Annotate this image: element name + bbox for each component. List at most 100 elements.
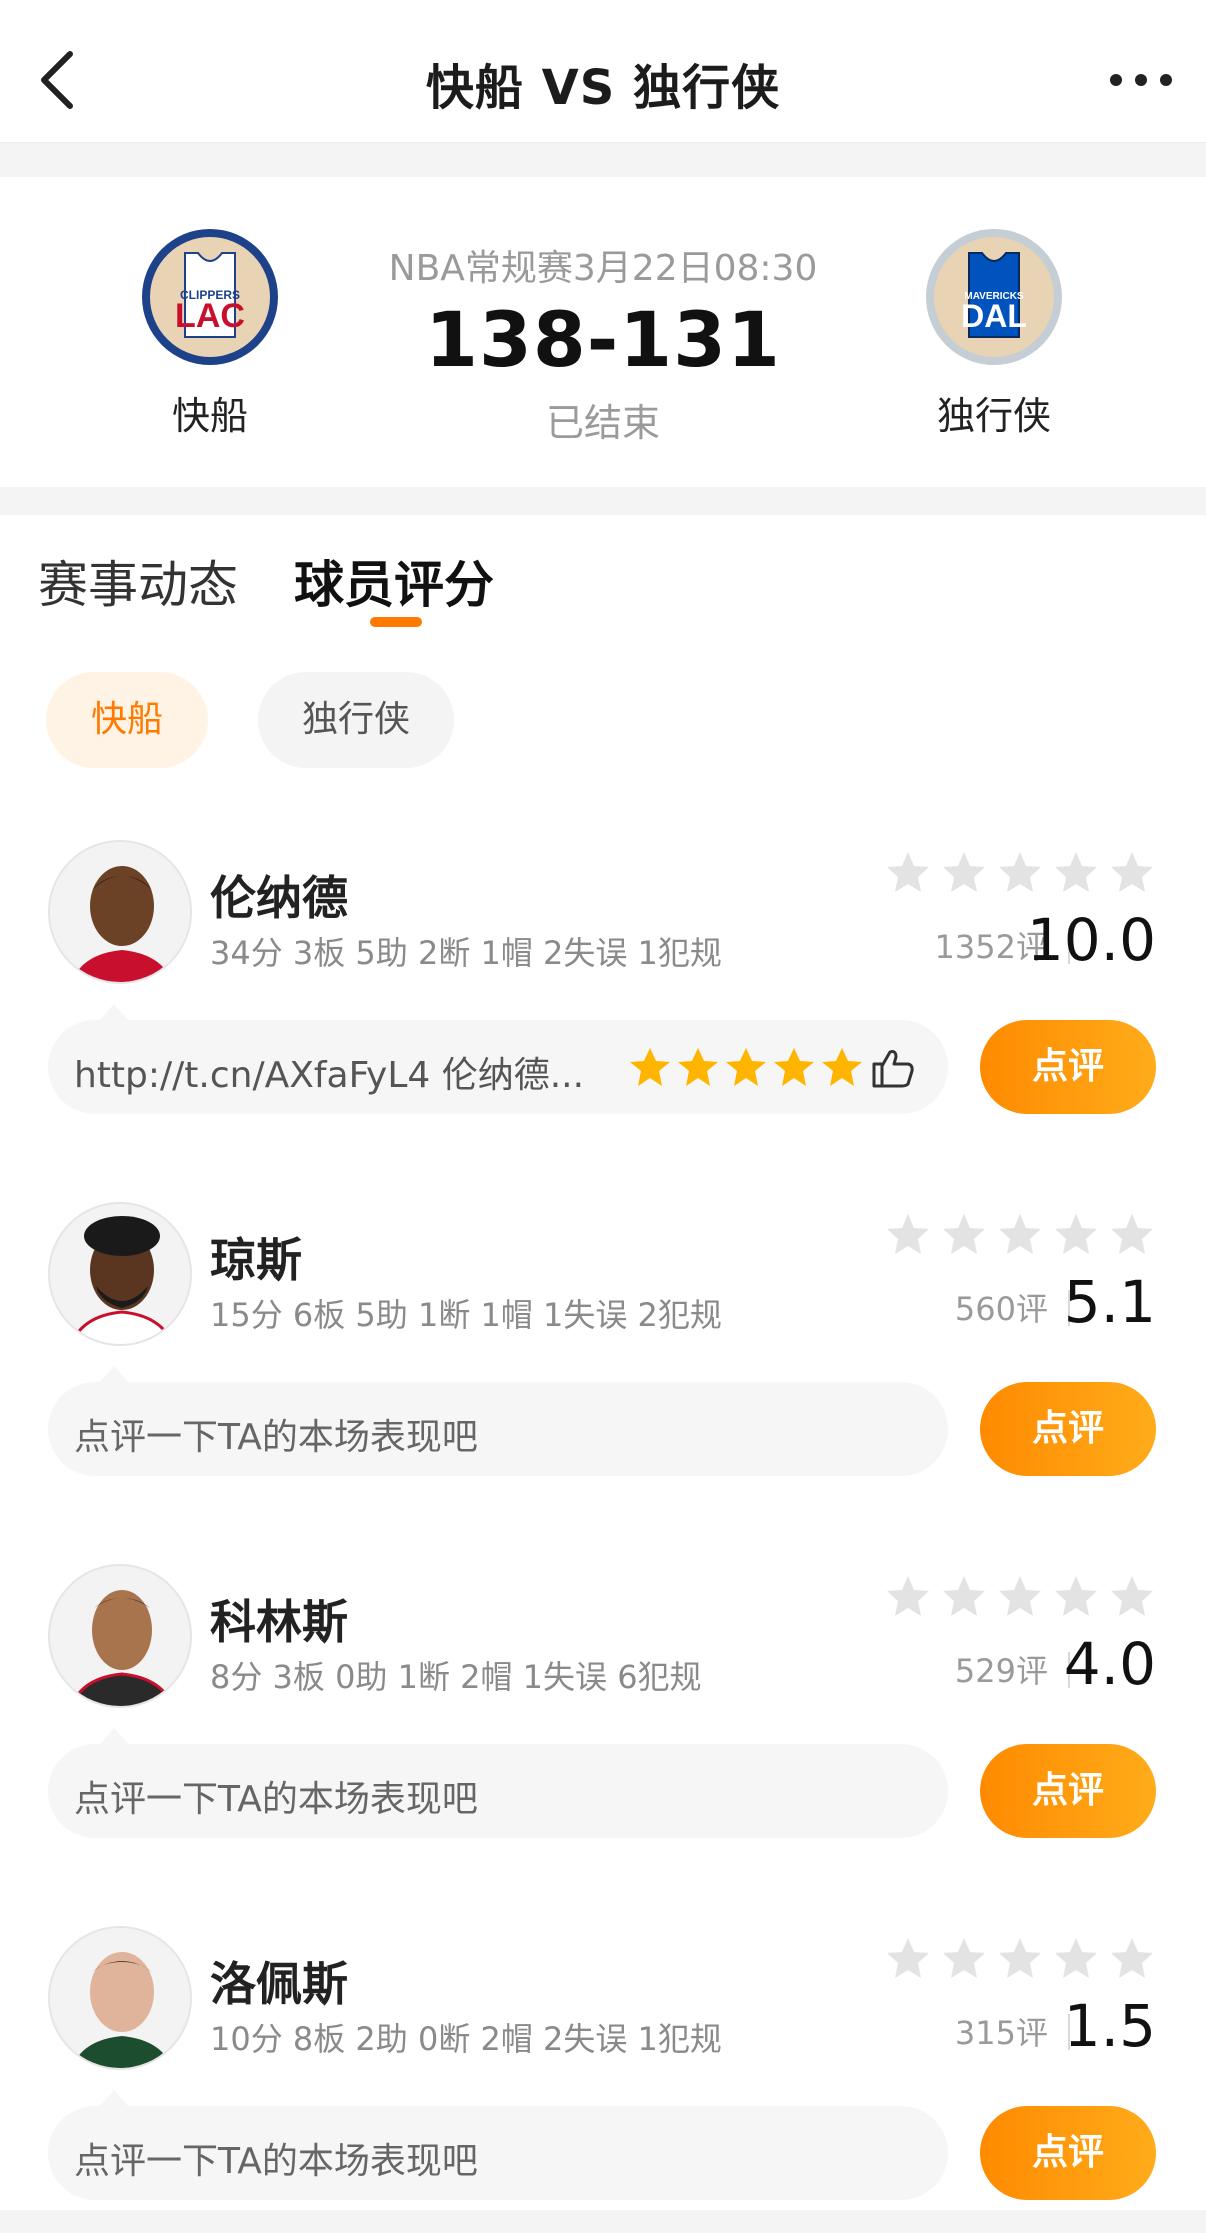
bubble-tail: [100, 1728, 128, 1744]
star-filled-icon: [822, 1048, 862, 1086]
bubble-tail: [100, 2090, 128, 2106]
comment-placeholder: 点评一下TA的本场表现吧: [74, 2141, 478, 2182]
mavericks-logo-text: DAL: [961, 298, 1027, 334]
player-card: 科林斯 8分 3板 0助 1断 2帽 1失误 6犯规 529评 4.0 点评一下…: [0, 1564, 1206, 1926]
star-icon: [943, 1576, 985, 1616]
player-stats: 15分 6板 5助 1断 1帽 1失误 2犯规: [210, 1296, 722, 1334]
star-icon: [1111, 1576, 1153, 1616]
team-switch-clippers[interactable]: 快船: [46, 672, 208, 768]
comment-placeholder: 点评一下TA的本场表现吧: [74, 1417, 478, 1458]
star-icon: [943, 1938, 985, 1978]
rating-count: 315评: [954, 2014, 1048, 2052]
star-icon: [1111, 852, 1153, 892]
rating-count: 560评: [954, 1290, 1048, 1328]
rate-button[interactable]: 点评: [980, 1020, 1156, 1114]
star-icon: [1055, 1214, 1097, 1254]
match-header: CLIPPERS LAC 快船 NBA常规赛3月22日08:30 138-131…: [0, 177, 1206, 487]
match-info: NBA常规赛3月22日08:30 138-131 已结束: [330, 239, 876, 447]
clippers-logo-text: LAC: [175, 297, 245, 335]
comment-preview[interactable]: http://t.cn/AXfaFyL4 伦纳德...: [48, 1004, 948, 1114]
comment-placeholder: 点评一下TA的本场表现吧: [74, 1779, 478, 1820]
player-avatar[interactable]: [48, 1202, 192, 1346]
match-status: 已结束: [545, 401, 660, 445]
nav-bar: 快船 VS 独行侠: [0, 0, 1206, 143]
star-icon: [887, 1576, 929, 1616]
avatar-image: [50, 842, 190, 982]
player-stats: 10分 8板 2助 0断 2帽 2失误 1犯规: [210, 2020, 722, 2058]
rating-stars[interactable]: [886, 1934, 1156, 1984]
match-score: 138-131: [425, 295, 781, 384]
star-filled-icon: [678, 1048, 718, 1086]
more-button[interactable]: [1106, 55, 1176, 105]
star-icon: [999, 1214, 1041, 1254]
star-icon: [999, 1576, 1041, 1616]
avatar-image: [50, 1566, 190, 1706]
star-icon: [943, 852, 985, 892]
star-icon: [887, 852, 929, 892]
player-name: 伦纳德: [210, 871, 348, 925]
tab-match-news[interactable]: 赛事动态: [38, 545, 238, 617]
star-icon: [1055, 1938, 1097, 1978]
rating-score: 1.5: [1063, 1992, 1156, 2060]
star-icon: [999, 1938, 1041, 1978]
tab-player-ratings[interactable]: 球员评分: [294, 545, 494, 617]
comment-input[interactable]: 点评一下TA的本场表现吧: [48, 2090, 948, 2200]
star-icon: [887, 1938, 929, 1978]
home-team[interactable]: CLIPPERS LAC 快船: [120, 227, 300, 440]
avatar-image: [50, 1928, 190, 2068]
player-card: 琼斯 15分 6板 5助 1断 1帽 1失误 2犯规 560评 5.1 点评一下…: [0, 1202, 1206, 1564]
comment-rating-stars: [630, 1048, 914, 1088]
comment-input[interactable]: 点评一下TA的本场表现吧: [48, 1728, 948, 1838]
star-icon: [1111, 1214, 1153, 1254]
page-title: 快船 VS 独行侠: [425, 60, 781, 116]
star-icon: [1055, 852, 1097, 892]
rating-stars[interactable]: [886, 1210, 1156, 1260]
rating-score: 10.0: [1026, 906, 1156, 974]
star-icon: [943, 1214, 985, 1254]
player-avatar[interactable]: [48, 840, 192, 984]
rating-score: 4.0: [1063, 1630, 1156, 1698]
home-team-name: 快船: [171, 394, 248, 438]
rating-stars[interactable]: [886, 848, 1156, 898]
star-filled-icon: [774, 1048, 814, 1086]
comment-text: http://t.cn/AXfaFyL4 伦纳德...: [74, 1055, 585, 1096]
thumbs-up-icon: [872, 1050, 914, 1088]
star-filled-icon: [726, 1048, 766, 1086]
star-icon: [999, 852, 1041, 892]
avatar-image: [50, 1204, 190, 1344]
mavericks-logo: MAVERICKS DAL: [926, 229, 1062, 365]
rate-button[interactable]: 点评: [980, 1744, 1156, 1838]
bubble-tail: [100, 1366, 128, 1382]
rating-count: 529评: [954, 1652, 1048, 1690]
tab-active-indicator: [370, 617, 422, 627]
comment-input[interactable]: 点评一下TA的本场表现吧: [48, 1366, 948, 1476]
rating-stars[interactable]: [886, 1572, 1156, 1622]
section-divider: [0, 2210, 1206, 2233]
player-name: 洛佩斯: [210, 1957, 348, 2011]
player-avatar[interactable]: [48, 1564, 192, 1708]
rate-button[interactable]: 点评: [980, 2106, 1156, 2200]
player-name: 科林斯: [210, 1595, 348, 1649]
star-icon: [887, 1214, 929, 1254]
more-dots-icon: [1110, 74, 1172, 86]
bubble-tail: [100, 1004, 128, 1020]
away-team-name: 独行侠: [936, 394, 1051, 438]
star-filled-icon: [630, 1048, 670, 1086]
rating-score: 5.1: [1063, 1268, 1156, 1336]
league-time: NBA常规赛3月22日08:30: [388, 248, 818, 289]
away-team[interactable]: MAVERICKS DAL 独行侠: [904, 227, 1084, 440]
rate-button[interactable]: 点评: [980, 1382, 1156, 1476]
player-stats: 34分 3板 5助 2断 1帽 2失误 1犯规: [210, 934, 722, 972]
star-icon: [1111, 1938, 1153, 1978]
team-switch-mavericks[interactable]: 独行侠: [258, 672, 454, 768]
player-card: 伦纳德 34分 3板 5助 2断 1帽 2失误 1犯规 1352评 10.0 h…: [0, 840, 1206, 1202]
player-name: 琼斯: [210, 1233, 302, 1287]
tab-bar: 赛事动态 球员评分: [0, 515, 1206, 635]
player-avatar[interactable]: [48, 1926, 192, 2070]
clippers-logo: CLIPPERS LAC: [142, 229, 278, 365]
player-stats: 8分 3板 0助 1断 2帽 1失误 6犯规: [210, 1658, 702, 1696]
section-divider: [0, 143, 1206, 177]
section-divider: [0, 487, 1206, 515]
player-card: 洛佩斯 10分 8板 2助 0断 2帽 2失误 1犯规 315评 1.5 点评一…: [0, 1926, 1206, 2233]
star-icon: [1055, 1576, 1097, 1616]
